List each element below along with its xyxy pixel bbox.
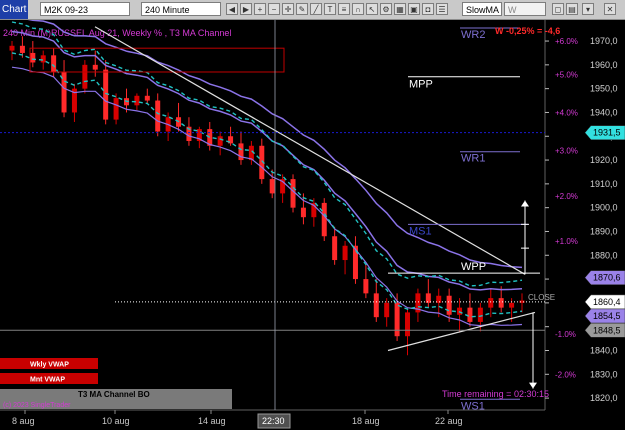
wr1-label: WR1 [461,153,485,165]
candle-body [477,307,483,322]
candle-body [373,293,379,318]
price-tag-label: 1854,5 [593,311,621,321]
pct-tick-label: +5.0% [555,70,578,79]
pct-tick-label: +2.0% [555,192,578,201]
gear-icon[interactable]: ⚙ [380,3,392,15]
pct-tick-label: +6.0% [555,37,578,46]
lock-icon[interactable]: ▣ [408,3,420,15]
y-tick-label: 1840,0 [590,345,618,355]
candle-body [217,136,223,146]
study-select[interactable]: SlowMA [462,2,502,16]
candle-body [155,100,161,132]
wr2-label: WR2 [461,29,485,41]
list-icon[interactable]: ☰ [436,3,448,15]
expand-icon[interactable]: ◻ [552,3,564,15]
x-tick-label: 10 aug [102,416,130,426]
y-tick-label: 1830,0 [590,369,618,379]
candle-body [446,295,452,315]
arrow-left-icon[interactable]: ◀ [226,3,238,15]
candle-body [300,207,306,218]
grid-icon[interactable]: ▦ [394,3,406,15]
y-tick-label: 1910,0 [590,179,618,189]
pct-tick-label: -1.0% [555,330,576,339]
x-tick-label: 14 aug [198,416,226,426]
camera-icon[interactable]: ◘ [422,3,434,15]
y-tick-label: 1900,0 [590,203,618,213]
ms1-label: MS1 [409,225,432,237]
toolbar: Chart M2K 09-23 240 Minute ◀ ▶ + − ✛ ✎ ╱… [0,0,625,29]
chart-tab[interactable]: Chart [0,0,28,19]
line-icon[interactable]: ╱ [310,3,322,15]
candle-body [134,95,140,106]
candle-body [498,298,504,308]
candle-body [9,45,15,51]
crosshair-icon[interactable]: ✛ [282,3,294,15]
pct-tick-label: +4.0% [555,108,578,117]
y-tick-label: 1890,0 [590,226,618,236]
y-tick-label: 1880,0 [590,250,618,260]
x-tick-label: 18 aug [352,416,380,426]
y-tick-label: 1960,0 [590,60,618,70]
candle-body [92,64,98,70]
candle-body [30,52,36,63]
price-tag-label: 1931,5 [593,128,621,138]
candle-body [405,312,411,337]
interval-select[interactable]: 240 Minute [141,2,221,16]
wpp-label: WPP [461,261,486,273]
mpp-label: MPP [409,79,433,91]
y-tick-label: 1970,0 [590,36,618,46]
ws1-label: WS1 [461,400,485,412]
zoom-in-icon[interactable]: + [254,3,266,15]
cursor-time-label: 22:30 [262,416,285,426]
settings-icon[interactable]: ▾ [582,3,594,15]
pct-tick-label: -2.0% [555,370,576,379]
candle-body [40,55,46,63]
arrow-right-icon[interactable]: ▶ [240,3,252,15]
pct-tick-label: +1.0% [555,237,578,246]
fib-icon[interactable]: ≡ [338,3,350,15]
candle-body [384,302,390,318]
price-tag-label: 1848,5 [593,325,621,335]
time-remaining-label: Time remaining = 02:30:15 [442,389,549,399]
candle-body [394,302,400,337]
price-tag-label: 1870,6 [593,273,621,283]
vwap-button-label: Wkly VWAP [30,362,69,369]
y-tick-label: 1950,0 [590,84,618,94]
close-icon[interactable]: ✕ [604,3,616,15]
candle-body [509,302,515,308]
candle-body [51,55,57,72]
chart-icon[interactable]: ▤ [566,3,578,15]
price-tag-label: 1860,4 [593,297,621,307]
y-tick-label: 1820,0 [590,393,618,403]
study2-select[interactable]: W VWAP [504,2,546,29]
zoom-out-icon[interactable]: − [268,3,280,15]
x-tick-label: 22 aug [435,416,463,426]
legend-bar-label: T3 MA Channel BO [78,390,150,399]
vwap-button-label: Mnt VWAP [30,377,65,384]
candle-body [19,45,25,53]
close-label: CLOSE [528,293,555,302]
candle-body [342,245,348,261]
legend-sub-label: (c) 2023 SingleTrader [3,402,71,409]
candle-body [269,179,275,194]
pct-tick-label: +3.0% [555,147,578,156]
candle-body [363,279,369,294]
candle-body [82,64,88,89]
x-tick-label: 8 aug [12,416,35,426]
y-tick-label: 1920,0 [590,155,618,165]
candle-body [321,202,327,237]
y-tick-label: 1940,0 [590,107,618,117]
candle-body [144,95,150,101]
magnet-icon[interactable]: ∩ [352,3,364,15]
symbol-select[interactable]: M2K 09-23 [40,2,130,16]
weekly-change-label: W -0,25% = -4,6 [495,26,560,36]
cursor-icon[interactable]: ↖ [366,3,378,15]
text-icon[interactable]: T [324,3,336,15]
candle-body [332,236,338,261]
candle-body [488,298,494,308]
pencil-icon[interactable]: ✎ [296,3,308,15]
price-chart[interactable]: 240 Min (M)RUSSEL Aug 21, Weekly % , T3 … [0,20,625,430]
candle-body [467,307,473,322]
candle-body [113,98,119,120]
